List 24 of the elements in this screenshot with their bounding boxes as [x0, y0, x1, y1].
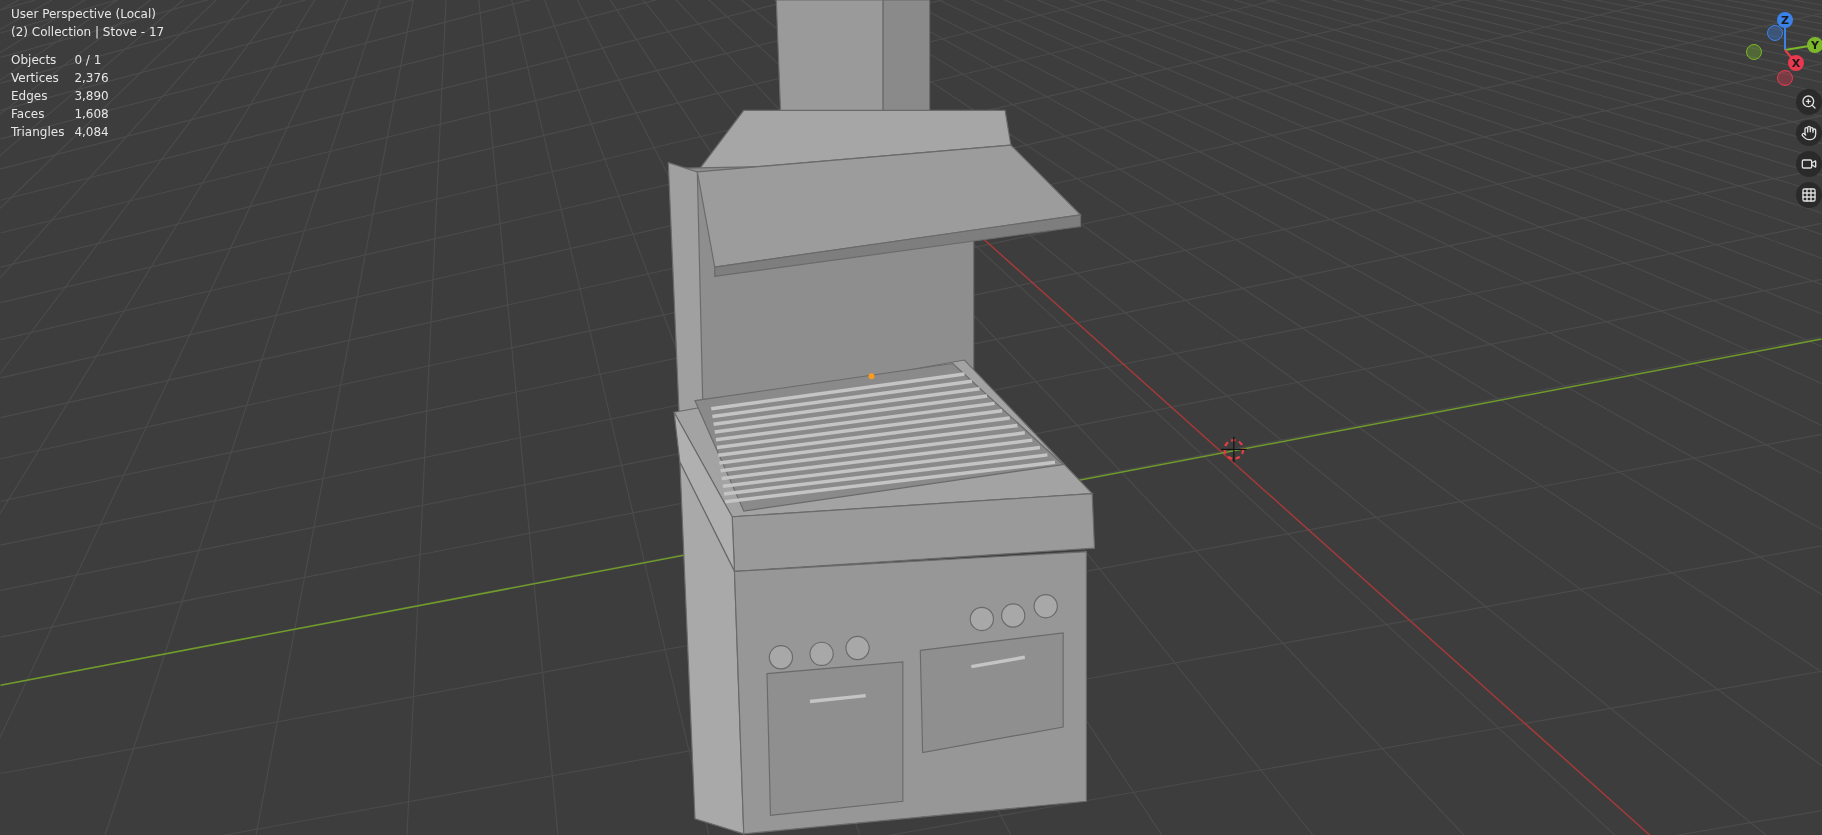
stat-value: 1,608 — [74, 106, 109, 123]
negative-axis-handle[interactable] — [1777, 70, 1793, 86]
stat-label: Triangles — [11, 124, 65, 141]
axis-handle[interactable]: Z — [1777, 12, 1793, 28]
grid-icon[interactable] — [1796, 182, 1822, 208]
hand-icon[interactable] — [1796, 120, 1822, 146]
negative-axis-handle[interactable] — [1746, 44, 1762, 60]
camera-icon[interactable] — [1796, 151, 1822, 177]
view-name: User Perspective (Local) — [11, 6, 157, 23]
stat-value: 4,084 — [74, 124, 109, 141]
cursor-icon — [1220, 436, 1248, 463]
stat-label: Vertices — [11, 70, 60, 87]
stat-value: 3,890 — [74, 88, 109, 105]
stat-label: Objects — [11, 52, 58, 69]
stat-value: 2,376 — [74, 70, 109, 87]
object-info: (2) Collection | Stove - 17 — [11, 24, 165, 41]
negative-axis-handle[interactable] — [1767, 25, 1783, 41]
stat-label: Edges — [11, 88, 49, 105]
zoom-in-icon[interactable] — [1796, 89, 1822, 115]
stat-value: 0 / 1 — [74, 52, 103, 69]
axis-handle[interactable]: Y — [1807, 37, 1822, 53]
stat-label: Faces — [11, 106, 46, 123]
origin-point-icon — [868, 373, 875, 380]
axis-handle[interactable]: X — [1788, 55, 1804, 71]
